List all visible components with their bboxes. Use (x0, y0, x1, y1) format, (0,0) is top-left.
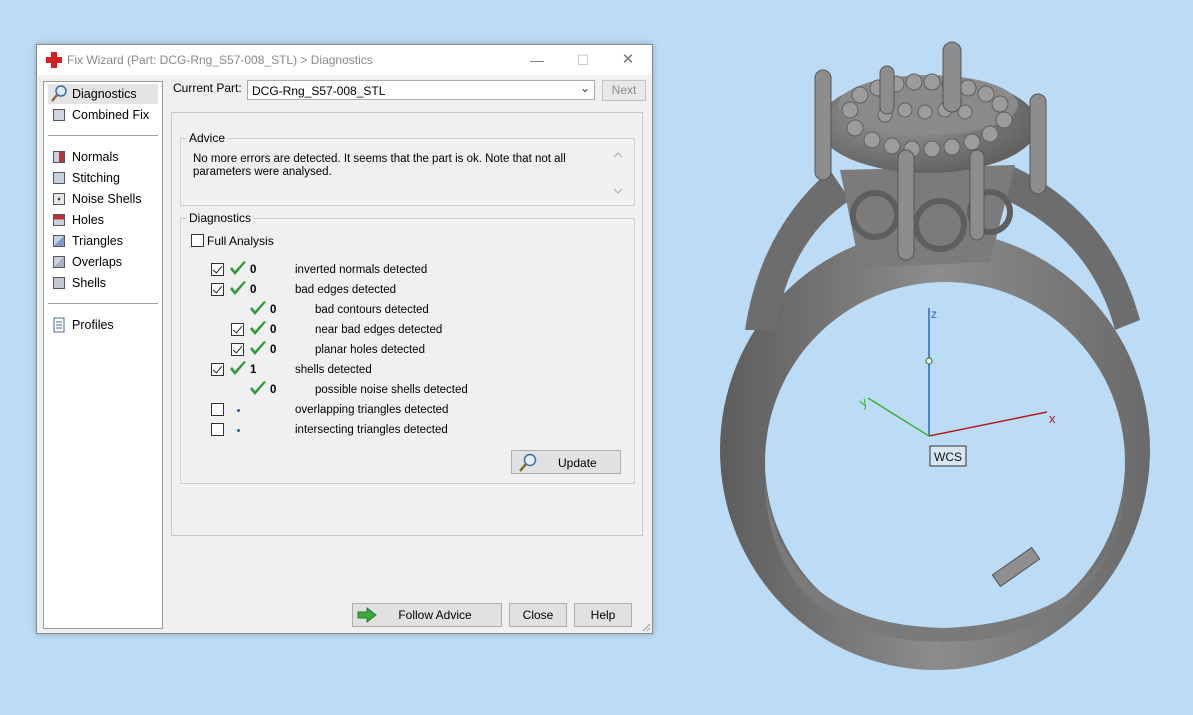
diagnostic-checkbox[interactable] (211, 403, 224, 416)
diagnostic-label: bad edges detected (295, 284, 397, 296)
diagnostic-checkbox[interactable] (211, 283, 224, 296)
diagnostic-label: possible noise shells detected (315, 384, 468, 396)
diagnostics-legend: Diagnostics (187, 211, 254, 225)
fix-wizard-dialog: Fix Wizard (Part: DCG-Rng_S57-008_STL) >… (36, 44, 653, 634)
diagnostic-checkbox[interactable] (231, 343, 244, 356)
sidebar-item-triangles[interactable]: Triangles (48, 231, 158, 251)
full-analysis-checkbox[interactable] (191, 234, 204, 247)
diagnostic-count: 0 (270, 344, 277, 356)
sidebar-item-holes[interactable]: Holes (48, 210, 158, 230)
magnifier-icon (519, 453, 537, 472)
sidebar-item-label: Normals (72, 150, 119, 164)
next-button[interactable]: Next (602, 80, 646, 101)
axis-z-label: z (931, 307, 937, 321)
sidebar-item-label: Profiles (72, 318, 114, 332)
diagnostic-label: inverted normals detected (295, 264, 428, 276)
diagnostic-checkbox[interactable] (211, 263, 224, 276)
diagnostic-count: 0 (250, 284, 257, 296)
diagnostics-group: Diagnostics Full Analysis 0 inverted norm… (180, 211, 635, 484)
current-part-value: DCG-Rng_S57-008_STL (252, 84, 386, 98)
follow-advice-label: Follow Advice (398, 608, 472, 622)
pending-dot-icon (237, 409, 240, 412)
sidebar-item-label: Combined Fix (72, 108, 150, 122)
diagnostic-count: 0 (270, 324, 277, 336)
sidebar-item-shells[interactable]: Shells (48, 273, 158, 293)
full-analysis-label: Full Analysis (207, 234, 274, 248)
cube-icon (50, 106, 68, 124)
diagnostic-count: 1 (250, 364, 257, 376)
diagnostic-checkbox[interactable] (211, 423, 224, 436)
advice-text: No more errors are detected. It seems th… (193, 153, 566, 178)
update-button[interactable]: Update (511, 450, 621, 474)
axis-x-label: x (1049, 411, 1056, 426)
sidebar-item-normals[interactable]: Normals (48, 147, 158, 167)
diagnostic-label: bad contours detected (315, 304, 429, 316)
green-arrow-icon (357, 607, 377, 623)
green-check-icon (250, 321, 266, 335)
diagnostic-label: overlapping triangles detected (295, 404, 449, 416)
title-bar[interactable]: Fix Wizard (Part: DCG-Rng_S57-008_STL) >… (37, 45, 652, 75)
sidebar-item-combined-fix[interactable]: Combined Fix (48, 105, 158, 125)
green-check-icon (230, 361, 246, 375)
advice-scrollbar[interactable] (610, 149, 626, 197)
diagnostics-panel: Advice No more errors are detected. It s… (171, 112, 643, 536)
green-check-icon (250, 341, 266, 355)
close-window-button[interactable]: ✕ (606, 45, 650, 75)
cube-icon (50, 253, 68, 271)
diagnostic-checkbox[interactable] (211, 363, 224, 376)
advice-legend: Advice (187, 131, 228, 145)
wizard-sidebar: Diagnostics Combined Fix Normals Stitchi… (43, 81, 163, 629)
sidebar-item-label: Shells (72, 276, 107, 290)
minimize-button[interactable]: — (515, 45, 559, 75)
current-part-label: Current Part: (173, 81, 242, 95)
sidebar-divider (48, 135, 158, 136)
main-content: Current Part: DCG-Rng_S57-008_STL ⌄ Next… (169, 75, 649, 631)
diagnostic-label: planar holes detected (315, 344, 425, 356)
cube-icon (50, 274, 68, 292)
diagnostic-count: 0 (250, 264, 257, 276)
diagnostic-label: intersecting triangles detected (295, 424, 448, 436)
wcs-label: WCS (934, 450, 962, 464)
resize-grip-icon[interactable] (641, 622, 651, 632)
sidebar-item-profiles[interactable]: Profiles (48, 315, 158, 335)
dice-icon (50, 190, 68, 208)
green-check-icon (230, 261, 246, 275)
sidebar-item-overlaps[interactable]: Overlaps (48, 252, 158, 272)
update-label: Update (558, 456, 597, 470)
advice-group: Advice No more errors are detected. It s… (180, 131, 635, 206)
diagnostic-checkbox[interactable] (231, 323, 244, 336)
cube-red-icon (50, 211, 68, 229)
green-check-icon (250, 381, 266, 395)
diagnostic-count: 0 (270, 384, 277, 396)
diagnostic-count: 0 (270, 304, 277, 316)
cube-blue-icon (50, 232, 68, 250)
sidebar-item-label: Stitching (72, 171, 120, 185)
cube-icon (50, 169, 68, 187)
sidebar-divider (48, 303, 158, 304)
sidebar-item-stitching[interactable]: Stitching (48, 168, 158, 188)
maximize-button[interactable]: ☐ (561, 45, 605, 75)
sidebar-item-label: Holes (72, 213, 104, 227)
current-part-select[interactable]: DCG-Rng_S57-008_STL ⌄ (247, 80, 595, 100)
follow-advice-button[interactable]: Follow Advice (352, 603, 502, 627)
chevron-down-icon: ⌄ (579, 81, 590, 95)
sidebar-item-noise-shells[interactable]: Noise Shells (48, 189, 158, 209)
sidebar-item-label: Overlaps (72, 255, 123, 269)
green-check-icon (250, 301, 266, 315)
magnifier-icon (51, 85, 67, 102)
sidebar-item-diagnostics[interactable]: Diagnostics (48, 84, 158, 104)
diagnostic-label: near bad edges detected (315, 324, 443, 336)
sidebar-item-label: Diagnostics (72, 87, 137, 101)
sidebar-item-label: Noise Shells (72, 192, 142, 206)
close-button[interactable]: Close (509, 603, 567, 627)
green-check-icon (230, 281, 246, 295)
diagnostic-label: shells detected (295, 364, 372, 376)
pending-dot-icon (237, 429, 240, 432)
sidebar-item-label: Triangles (72, 234, 123, 248)
cube-red-icon (50, 148, 68, 166)
red-cross-icon (46, 52, 62, 68)
document-icon (53, 317, 65, 333)
help-button[interactable]: Help (574, 603, 632, 627)
window-title: Fix Wizard (Part: DCG-Rng_S57-008_STL) >… (67, 53, 373, 67)
